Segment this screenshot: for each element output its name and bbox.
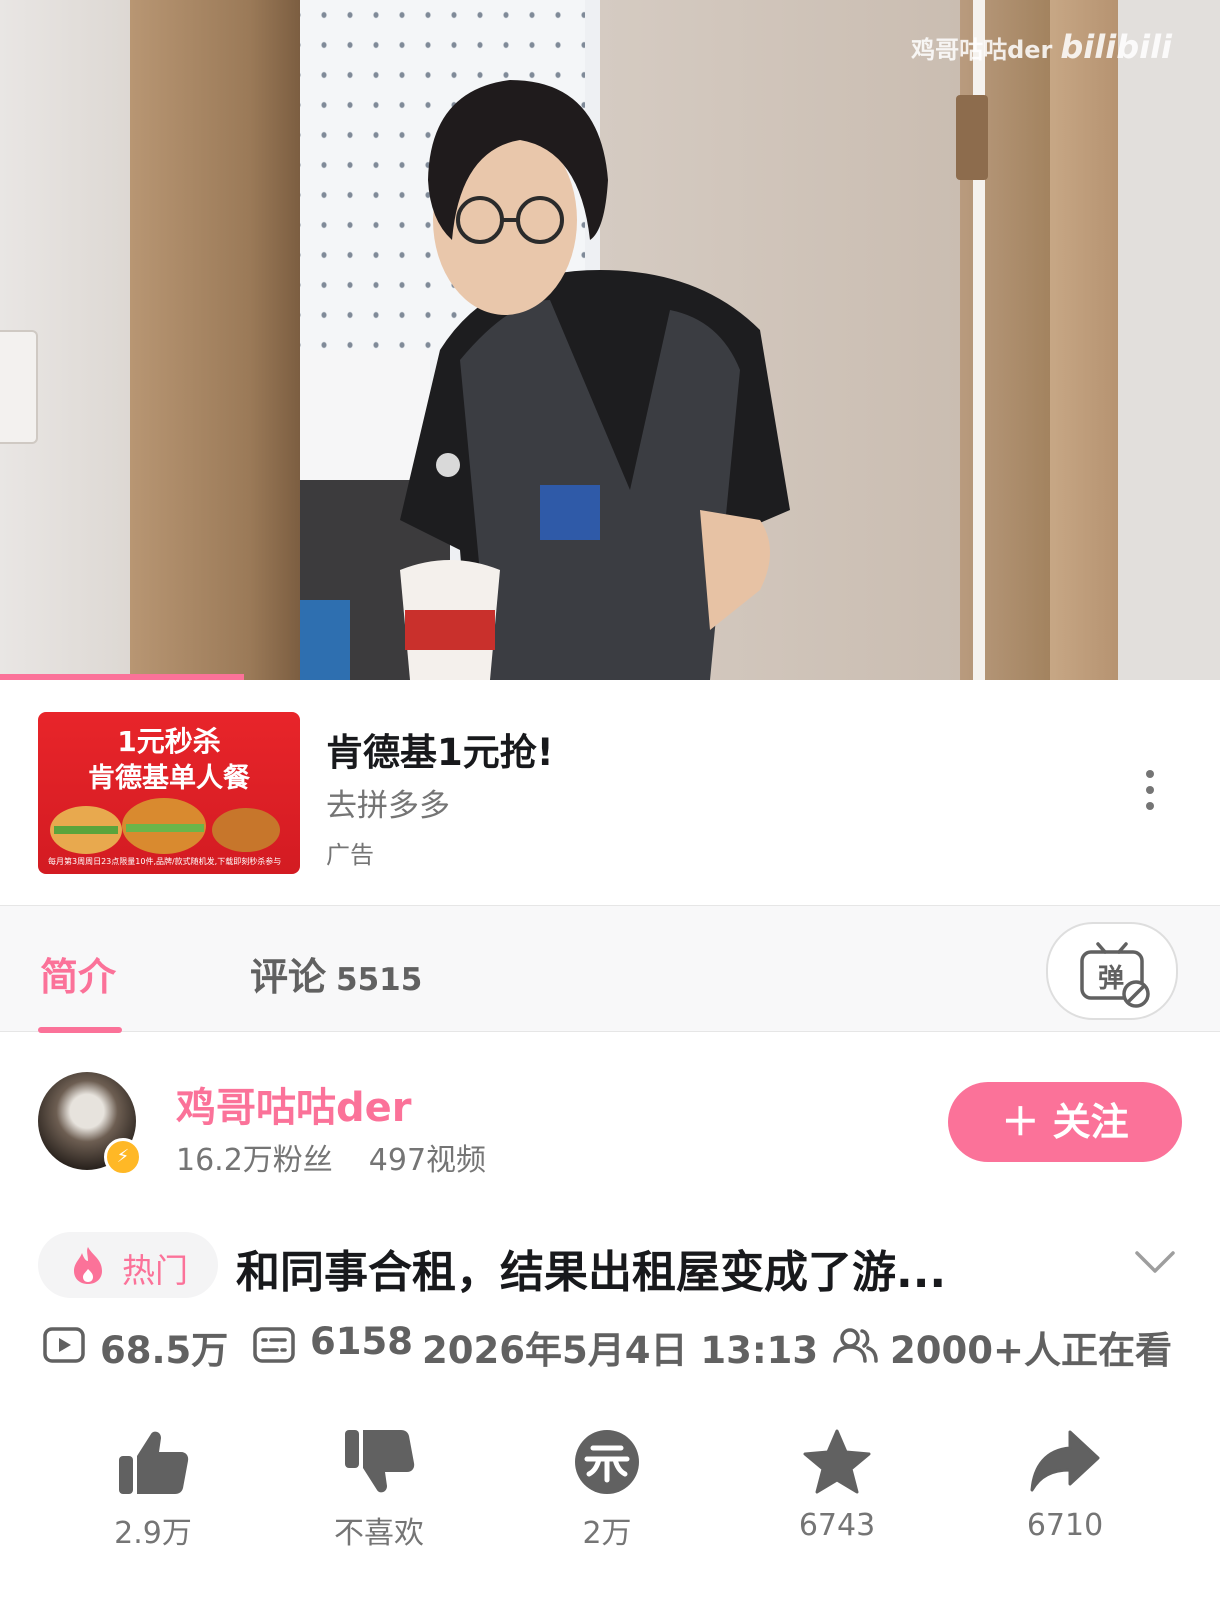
danmaku-toggle-button[interactable]: 弹 <box>1046 922 1178 1020</box>
video-scene-switch <box>0 330 38 444</box>
ad-title[interactable]: 肯德基1元抢! <box>326 722 554 776</box>
ad-tag: 广告 <box>326 841 374 869</box>
view-count: 68.5万 <box>100 1329 229 1372</box>
video-scene-person <box>400 80 790 680</box>
video-title[interactable]: 和同事合租，结果出租屋变成了游... <box>236 1236 946 1300</box>
favorite-count: 6743 <box>798 1508 876 1543</box>
uploader-stats: 16.2万粉丝 497视频 <box>176 1135 486 1179</box>
favorite-button[interactable]: 6743 <box>762 1428 912 1543</box>
tab-comments-label: 评论 <box>250 955 327 999</box>
like-count: 2.9万 <box>114 1516 192 1551</box>
publish-date: 2026年5月4日 13:13 <box>422 1329 819 1372</box>
watermark-author: 鸡哥咕咕der <box>911 36 1053 64</box>
play-count-icon <box>43 1327 85 1363</box>
ad-image-line2: 肯德基单人餐 <box>88 763 250 794</box>
danmaku-glyph: 弹 <box>1098 964 1124 994</box>
video-scene-doorframe <box>130 0 300 680</box>
bilibili-logo: bilibili <box>1060 28 1172 66</box>
tab-bar <box>0 905 1220 1032</box>
tab-comments-count: 5515 <box>336 962 423 998</box>
tab-intro[interactable]: 简介 <box>40 946 116 1001</box>
coin-button[interactable]: 2万 <box>532 1428 682 1552</box>
lightning-icon: ⚡ <box>104 1138 142 1176</box>
follow-button[interactable]: ＋ 关注 <box>948 1082 1182 1162</box>
video-progress-fill[interactable] <box>0 674 244 680</box>
thumbs-down-icon <box>345 1430 415 1493</box>
video-player[interactable]: 鸡哥咕咕der bilibili <box>0 0 1220 680</box>
viewers-icon <box>833 1328 878 1363</box>
star-icon <box>803 1429 871 1494</box>
ad-food-illustration <box>50 798 280 854</box>
share-icon <box>1030 1430 1100 1492</box>
ad-subtitle[interactable]: 去拼多多 <box>326 780 450 825</box>
like-button[interactable]: 2.9万 <box>78 1428 228 1552</box>
ad-image-fineprint: 每月第3周周日23点限量10件,品牌/款式随机发,下载即刻秒杀参与 <box>48 857 282 866</box>
coin-icon <box>575 1430 639 1494</box>
video-scene-chair <box>300 600 350 680</box>
flame-icon <box>74 1247 102 1284</box>
share-count: 6710 <box>1026 1508 1104 1543</box>
danmaku-off-icon: 弹 <box>1080 942 1150 1008</box>
watching-count: 2000+人正在看 <box>890 1329 1172 1372</box>
dislike-label: 不喜欢 <box>334 1516 424 1551</box>
video-scene-hinge <box>956 95 988 180</box>
uploader-followers: 16.2万粉丝 <box>176 1143 333 1178</box>
video-scene-wall-right <box>1050 0 1220 680</box>
tab-active-indicator <box>38 1027 122 1033</box>
danmaku-count-icon <box>253 1327 295 1363</box>
dislike-button[interactable]: 不喜欢 <box>304 1428 454 1552</box>
video-watermark: 鸡哥咕咕der bilibili <box>911 28 1172 66</box>
danmaku-count: 6158 <box>310 1320 413 1363</box>
more-vertical-icon[interactable] <box>1138 770 1162 820</box>
coin-count: 2万 <box>582 1516 632 1551</box>
ad-image[interactable]: 1元秒杀 肯德基单人餐 每月第3周周日23点限量10件,品牌/款式随机发,下载即… <box>38 712 300 874</box>
uploader-video-count: 497视频 <box>368 1143 487 1178</box>
tab-comments[interactable]: 评论 5515 <box>250 946 422 1001</box>
chevron-down-icon[interactable] <box>1133 1247 1177 1277</box>
share-button[interactable]: 6710 <box>990 1428 1140 1543</box>
uploader-name[interactable]: 鸡哥咕咕der <box>176 1075 412 1133</box>
ad-image-line1: 1元秒杀 <box>117 725 221 758</box>
hot-label: 热门 <box>122 1251 188 1290</box>
thumbs-up-icon <box>119 1431 189 1494</box>
